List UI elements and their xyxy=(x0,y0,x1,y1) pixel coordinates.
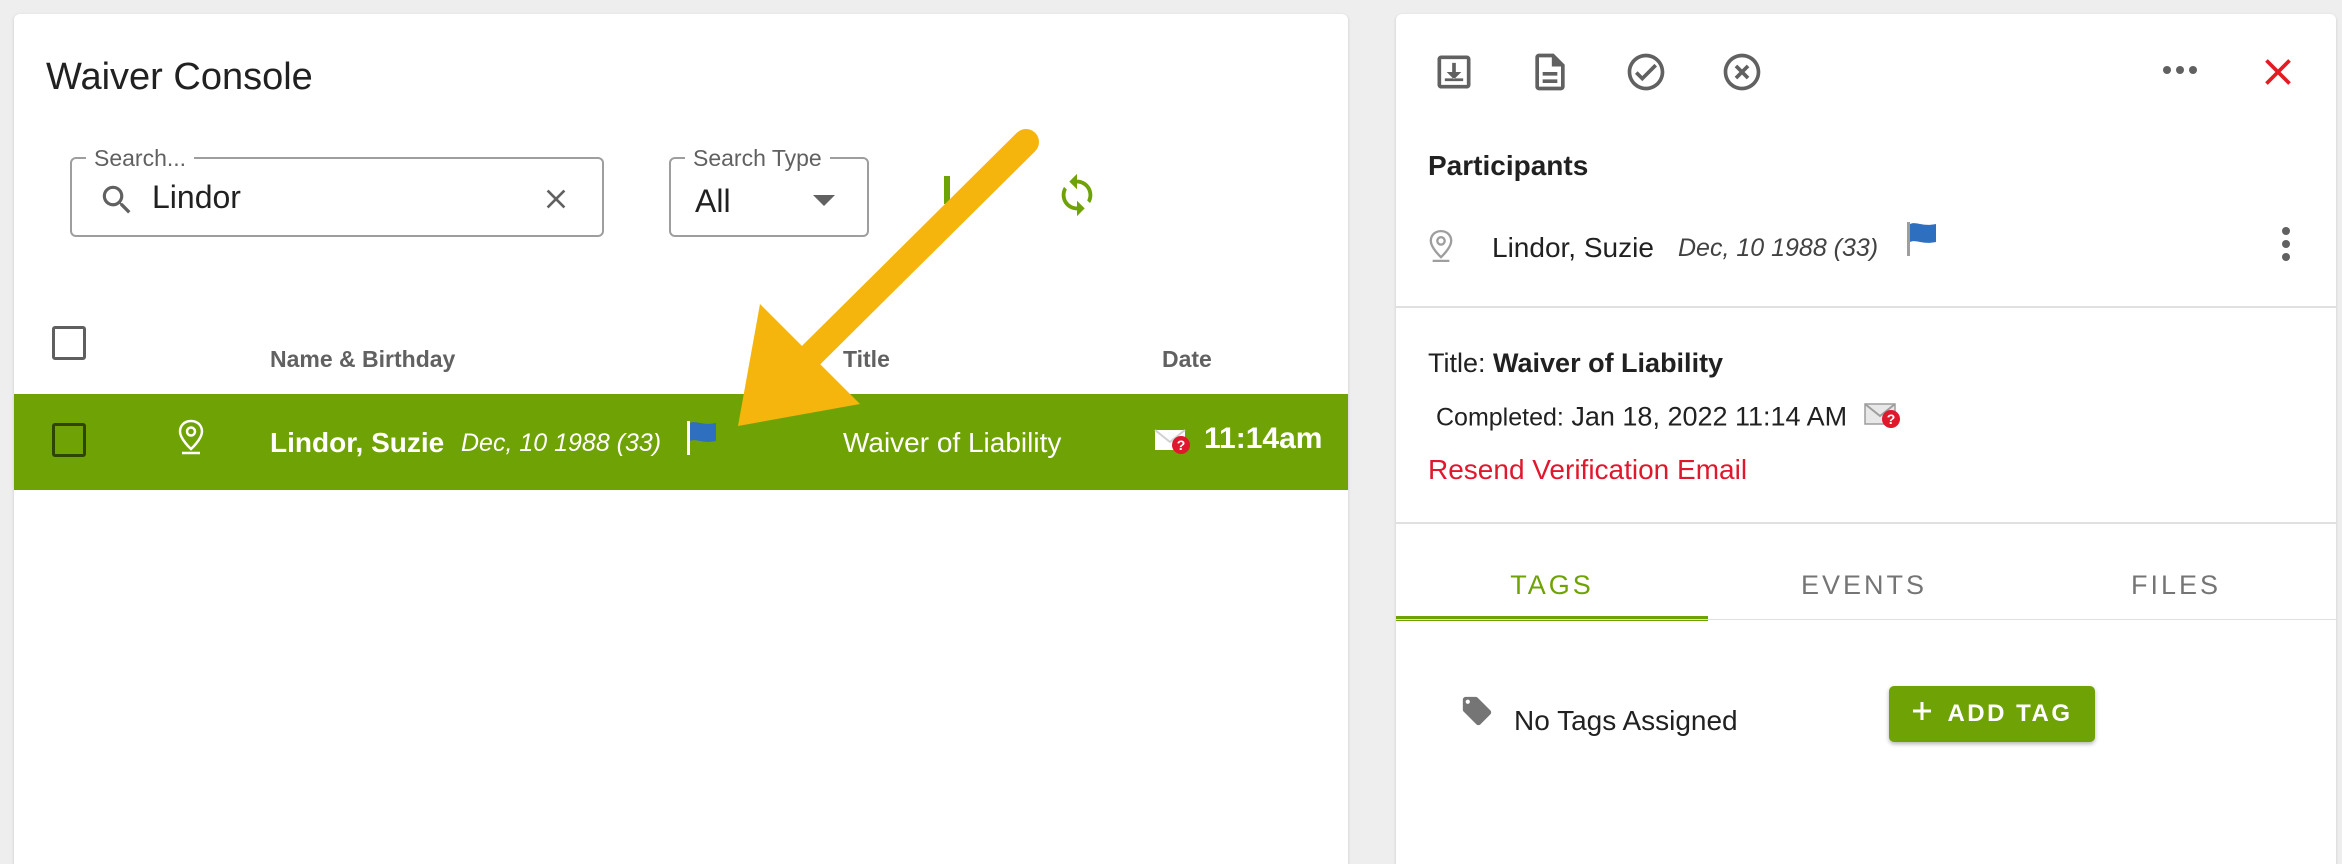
participant-menu-icon[interactable] xyxy=(2280,226,2292,267)
unverified-email-icon: ? xyxy=(1154,426,1192,461)
page-title: Waiver Console xyxy=(46,56,313,98)
unverified-email-icon: ? xyxy=(1863,400,1903,437)
column-header-name[interactable]: Name & Birthday xyxy=(270,346,455,373)
row-participant-name: Lindor, Suzie xyxy=(270,427,445,458)
divider xyxy=(1396,306,2336,308)
search-input[interactable]: Lindor xyxy=(152,179,241,216)
no-tags-text: No Tags Assigned xyxy=(1514,705,1738,736)
completed-value: Jan 18, 2022 11:14 AM xyxy=(1571,401,1848,432)
waiver-detail-panel: Participants Lindor, Suzie Dec, 10 1988 … xyxy=(1396,14,2336,864)
tag-icon xyxy=(1460,694,1494,733)
row-time: 11:14am xyxy=(1204,422,1323,455)
completed-label: Completed: xyxy=(1436,403,1564,432)
participant-name[interactable]: Lindor, Suzie xyxy=(1492,232,1654,264)
participants-heading: Participants xyxy=(1428,150,1589,181)
close-icon[interactable] xyxy=(2256,50,2300,99)
title-label: Title: xyxy=(1428,348,1486,378)
waiver-title-value: Waiver of Liability xyxy=(1493,348,1724,378)
more-options-icon[interactable] xyxy=(2160,58,2200,87)
clear-search-icon[interactable] xyxy=(540,183,572,220)
add-tag-button[interactable]: ADD TAG xyxy=(1889,686,2095,742)
search-field[interactable]: Search... Lindor xyxy=(70,145,604,237)
flag-icon xyxy=(1904,220,1940,263)
select-all-checkbox[interactable] xyxy=(52,326,86,360)
approve-check-icon[interactable] xyxy=(1624,50,1668,99)
divider xyxy=(1396,619,2336,620)
resend-verification-link[interactable]: Resend Verification Email xyxy=(1428,454,1747,486)
svg-text:?: ? xyxy=(1886,411,1895,427)
divider xyxy=(1396,522,2336,524)
location-pin-icon xyxy=(177,419,205,460)
tab-events[interactable]: EVENTS xyxy=(1708,570,2020,601)
search-icon xyxy=(98,181,136,224)
tab-tags[interactable]: TAGS xyxy=(1396,570,1708,601)
table-row[interactable] xyxy=(14,394,1348,490)
waiver-title-line: Title: Waiver of Liability xyxy=(1428,348,1723,379)
row-participant-birthday: Dec, 10 1988 (33) xyxy=(461,429,662,457)
location-pin-icon xyxy=(1428,229,1454,268)
annotation-arrow xyxy=(738,129,1039,426)
column-header-date[interactable]: Date xyxy=(1162,346,1212,373)
search-legend: Search... xyxy=(86,145,195,171)
add-tag-label: ADD TAG xyxy=(1947,700,2073,727)
svg-text:?: ? xyxy=(1177,437,1186,453)
document-icon[interactable] xyxy=(1528,50,1572,99)
waiver-list-panel: Waiver Console Search... Lindor Search T… xyxy=(14,14,1348,864)
row-checkbox[interactable] xyxy=(52,423,86,457)
participant-birthday: Dec, 10 1988 (33) xyxy=(1678,234,1879,262)
download-icon[interactable] xyxy=(1432,50,1476,99)
completed-line: Completed: Jan 18, 2022 11:14 AM ? xyxy=(1436,400,1903,437)
plus-icon xyxy=(1911,700,1933,729)
tab-files[interactable]: FILES xyxy=(2020,570,2332,601)
refresh-icon[interactable] xyxy=(1054,172,1100,223)
reject-circle-icon[interactable] xyxy=(1720,50,1764,99)
